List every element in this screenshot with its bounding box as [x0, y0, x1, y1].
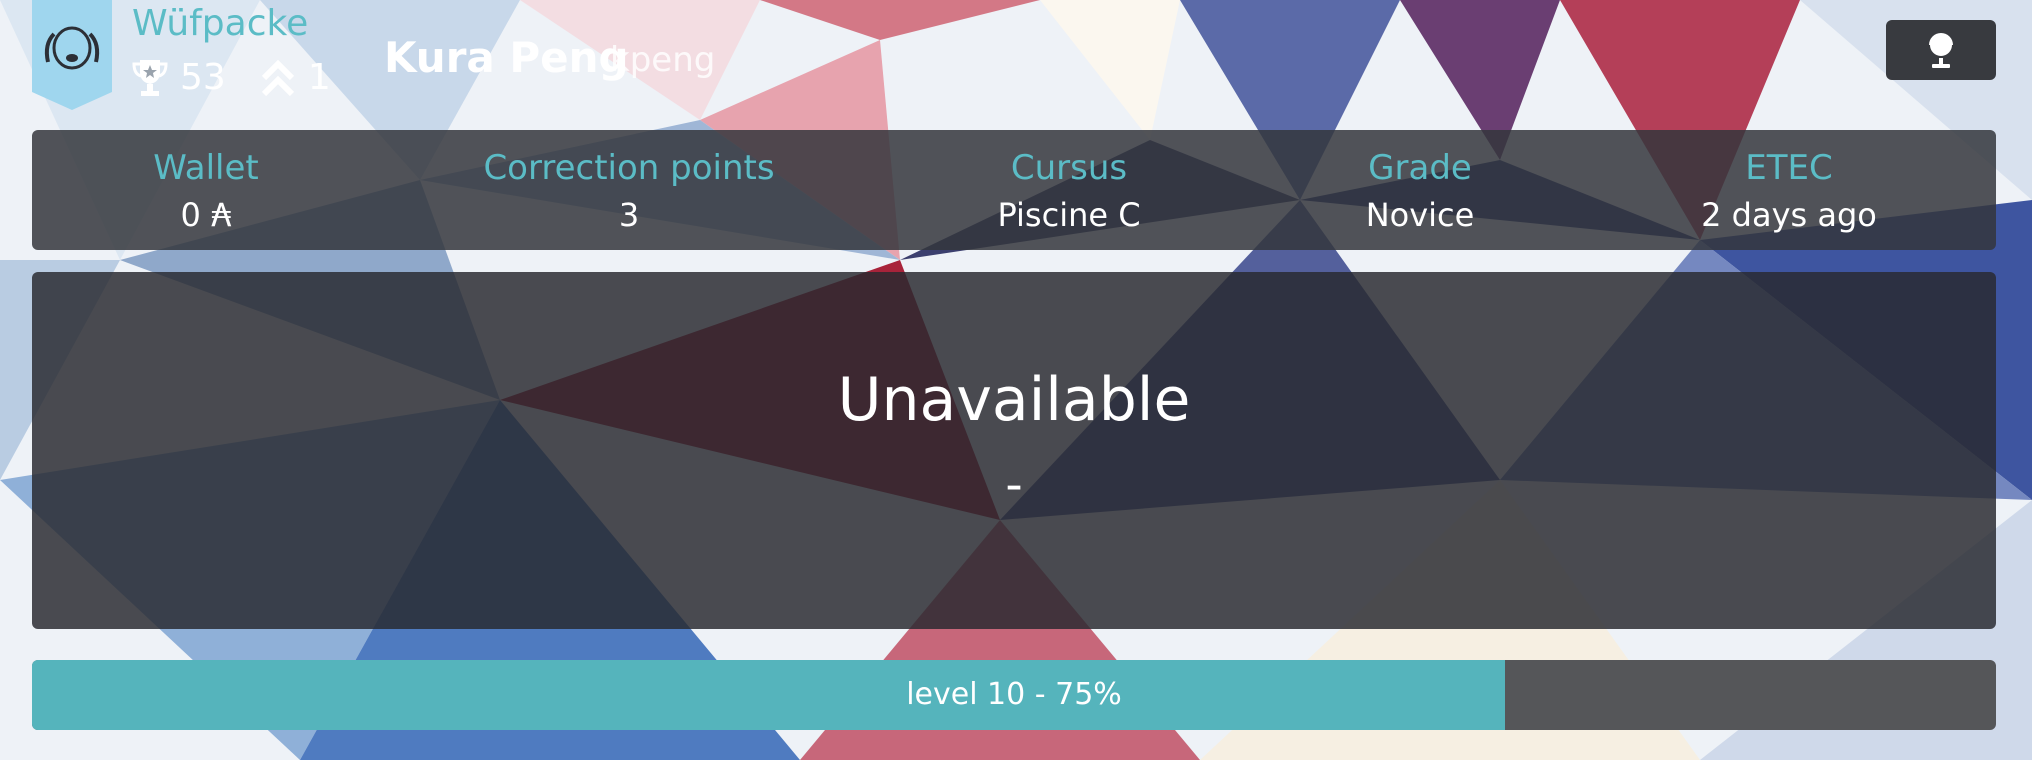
correction-points-label: Correction points	[483, 148, 775, 188]
achievements-stat[interactable]: 53	[132, 56, 226, 100]
grade-label: Grade	[1368, 148, 1472, 188]
cursus-info[interactable]: Cursus Piscine C	[997, 146, 1140, 240]
correction-points-value: 3	[618, 196, 640, 234]
level-up-count: 1	[307, 57, 331, 98]
wallet-info: Wallet 0 ₳	[153, 146, 258, 240]
status-title: Unavailable	[837, 365, 1191, 435]
correction-points-info: Correction points 3	[483, 146, 774, 240]
etec-label: ETEC	[1745, 148, 1833, 188]
grade-info: Grade Novice	[1366, 146, 1475, 240]
user-stats: 53 1	[132, 56, 331, 100]
profile-info-bar: Wallet 0 ₳ Correction points 3 Cursus Pi…	[32, 130, 1996, 250]
chevrons-up-icon	[261, 59, 294, 97]
coalition-banner[interactable]	[32, 0, 112, 110]
level-up-stat[interactable]: 1	[260, 56, 331, 100]
etec-value: 2 days ago	[1701, 196, 1877, 234]
grade-value: Novice	[1365, 196, 1475, 234]
dog-crest-icon	[32, 0, 112, 110]
wallet-value: 0 ₳	[180, 196, 232, 234]
user-login[interactable]: kpeng	[610, 34, 715, 86]
language-button[interactable]	[1886, 20, 1996, 80]
wallet-label: Wallet	[153, 148, 259, 188]
location-status-panel: Unavailable -	[32, 272, 1996, 629]
status-location: -	[1005, 457, 1023, 513]
level-progress-bar: level 10 - 75%	[32, 660, 1996, 730]
coalition-name[interactable]: Wüfpacke	[132, 2, 308, 46]
user-full-name: Kura Peng	[384, 33, 629, 82]
achievements-count: 53	[180, 57, 226, 98]
trophy-icon	[132, 60, 168, 96]
globe-icon	[1928, 33, 1954, 68]
level-progress-label: level 10 - 75%	[906, 677, 1122, 712]
cursus-value[interactable]: Piscine C	[997, 190, 1140, 240]
etec-info: ETEC 2 days ago	[1701, 146, 1877, 240]
cursus-label: Cursus	[1010, 148, 1128, 188]
